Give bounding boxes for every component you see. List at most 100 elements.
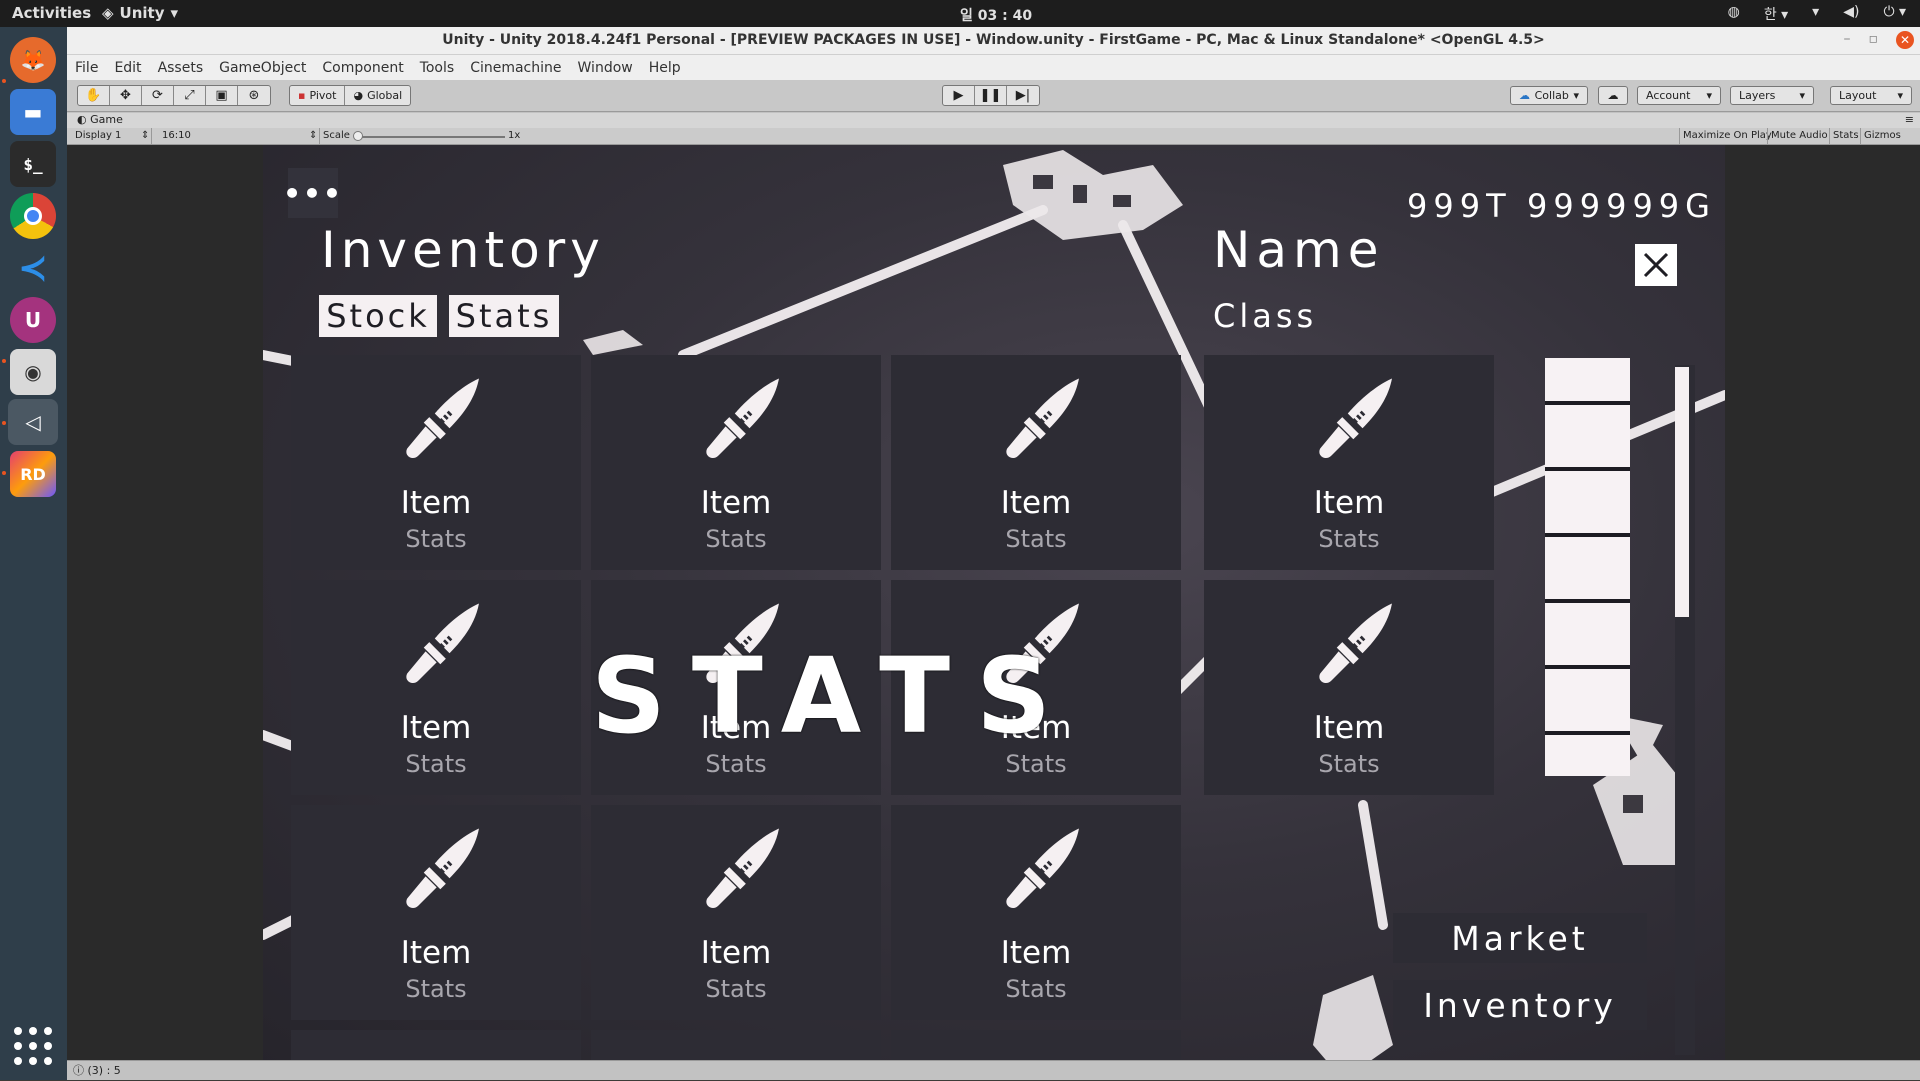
layers-dropdown[interactable]: Layers ▾ — [1730, 86, 1814, 105]
close-icon — [1643, 252, 1669, 278]
inventory-slot[interactable]: Item Stats — [1204, 355, 1494, 570]
layers-label: Layers — [1739, 89, 1776, 102]
inventory-slot[interactable]: Item Stats — [591, 805, 881, 1020]
unity-dock-icon[interactable]: ◁ — [8, 399, 58, 445]
scale-slider-knob[interactable] — [353, 131, 363, 141]
power-icon[interactable]: ⏻ ▾ — [1883, 4, 1906, 24]
equipment-slots-column[interactable] — [1545, 358, 1630, 776]
app-menu[interactable]: ◈ Unity ▾ — [102, 4, 178, 22]
menu-assets[interactable]: Assets — [158, 60, 204, 76]
menu-bar: File Edit Assets GameObject Component To… — [67, 55, 1920, 80]
menu-window[interactable]: Window — [578, 60, 633, 76]
stats-toggle[interactable]: Stats — [1833, 130, 1859, 141]
window-controls: – ▫ ✕ — [1844, 31, 1914, 49]
scale-slider-track[interactable] — [355, 136, 505, 138]
menu-tools[interactable]: Tools — [420, 60, 455, 76]
market-button[interactable]: Market — [1393, 913, 1647, 963]
sync-icon[interactable]: ◍ — [1728, 4, 1740, 24]
item-stats: Stats — [1318, 750, 1380, 778]
menu-cinemachine[interactable]: Cinemachine — [470, 60, 561, 76]
options-menu-button[interactable]: ••• — [283, 168, 341, 218]
play-icon[interactable]: ▶ — [943, 86, 975, 105]
step-icon[interactable]: ▶| — [1007, 86, 1039, 105]
aspect-dropdown[interactable]: 16:10 — [162, 130, 191, 141]
inventory-button[interactable]: Inventory — [1393, 980, 1647, 1030]
collab-dropdown[interactable]: ☁ Collab ▾ — [1510, 86, 1588, 105]
maximize-on-play-toggle[interactable]: Maximize On Play — [1683, 130, 1772, 141]
knife-icon — [398, 373, 490, 465]
layout-dropdown[interactable]: Layout ▾ — [1830, 86, 1912, 105]
inventory-slot[interactable]: Item Stats — [291, 355, 581, 570]
close-panel-button[interactable] — [1635, 244, 1677, 286]
divider — [151, 128, 152, 145]
knife-icon — [698, 373, 790, 465]
game-view-tab[interactable]: ◐ Game ≡ — [67, 113, 1920, 128]
terminal-icon[interactable]: $_ — [10, 141, 56, 187]
inventory-slot[interactable]: Item Stats — [291, 805, 581, 1020]
show-applications-icon[interactable] — [14, 1027, 52, 1065]
menu-gameobject[interactable]: GameObject — [219, 60, 306, 76]
inventory-title: Inventory — [321, 221, 605, 279]
stats-overlay-text: STATS — [591, 635, 1078, 757]
chrome-icon[interactable] — [10, 193, 56, 239]
volume-icon[interactable]: ◀) — [1843, 4, 1859, 24]
pause-icon[interactable]: ❚❚ — [975, 86, 1007, 105]
activities-button[interactable]: Activities — [12, 4, 91, 22]
menu-component[interactable]: Component — [322, 60, 403, 76]
inventory-slot[interactable]: Item Stats — [291, 580, 581, 795]
rect-tool-icon[interactable]: ▣ — [206, 86, 238, 105]
pivot-toggle[interactable]: ▪ Pivot — [290, 86, 346, 105]
game-tab-icon: ◐ — [77, 113, 87, 126]
equipment-divider — [1545, 665, 1630, 669]
inventory-slot[interactable]: Item Stats — [591, 355, 881, 570]
input-method-icon[interactable]: 한 ▾ — [1764, 4, 1788, 24]
running-indicator — [2, 471, 6, 475]
cloud-button[interactable]: ☁ — [1598, 86, 1628, 105]
scale-tool-icon[interactable]: ⤢ — [174, 86, 206, 105]
item-name: Item — [1313, 485, 1385, 521]
wifi-icon[interactable]: ▾ — [1812, 4, 1819, 24]
ubuntu-software-icon[interactable]: U — [10, 297, 56, 343]
account-dropdown[interactable]: Account ▾ — [1637, 86, 1721, 105]
rotate-tool-icon[interactable]: ⟳ — [142, 86, 174, 105]
tab-stats[interactable]: Stats — [449, 295, 559, 337]
close-window-button[interactable]: ✕ — [1896, 31, 1914, 49]
unity-editor-window: Unity - Unity 2018.4.24f1 Personal - [PR… — [67, 27, 1920, 1080]
system-tray[interactable]: ◍ 한 ▾ ▾ ◀) ⏻ ▾ — [1728, 4, 1906, 24]
mute-audio-toggle[interactable]: Mute Audio — [1771, 130, 1828, 141]
window-titlebar[interactable]: Unity - Unity 2018.4.24f1 Personal - [PR… — [67, 27, 1920, 55]
vscode-icon[interactable]: ≺ — [10, 245, 56, 291]
menu-file[interactable]: File — [75, 60, 98, 76]
divider — [1767, 128, 1768, 145]
cloud-check-icon: ☁ — [1519, 89, 1530, 102]
tab-stock[interactable]: Stock — [319, 295, 437, 337]
rider-icon[interactable]: RD — [10, 451, 56, 497]
menu-edit[interactable]: Edit — [114, 60, 141, 76]
display-dropdown[interactable]: Display 1 — [75, 130, 121, 141]
transform-tool-icon[interactable]: ⊛ — [238, 86, 270, 105]
pivot-icon: ▪ — [298, 89, 306, 102]
global-label: Global — [367, 89, 403, 102]
inventory-slot[interactable]: Item Stats — [891, 805, 1181, 1020]
menu-help[interactable]: Help — [649, 60, 681, 76]
minimize-button[interactable]: – — [1844, 31, 1851, 49]
move-tool-icon[interactable]: ✥ — [110, 86, 142, 105]
screenshot-icon[interactable]: ◉ — [10, 349, 56, 395]
item-name: Item — [700, 935, 772, 971]
inventory-slot[interactable]: Item Stats — [891, 355, 1181, 570]
firefox-icon[interactable]: 🦊 — [10, 37, 56, 83]
maximize-button[interactable]: ▫ — [1869, 31, 1879, 49]
unity-status-bar: ⓘ (3) : 5 — [67, 1060, 1920, 1080]
hand-tool-icon[interactable]: ✋ — [78, 86, 110, 105]
divider — [1860, 128, 1861, 145]
tab-menu-icon[interactable]: ≡ — [1905, 113, 1914, 126]
inventory-scrollbar-thumb[interactable] — [1675, 367, 1689, 617]
files-icon[interactable]: ▬ — [10, 89, 56, 135]
global-toggle[interactable]: ◕ Global — [345, 86, 410, 105]
inventory-slot[interactable]: Item Stats — [1204, 580, 1494, 795]
clock[interactable]: 일 03 : 40 — [960, 5, 1032, 25]
app-dock: 🦊 ▬ $_ ≺ U ◉ ◁ RD — [0, 27, 67, 1080]
knife-icon — [1311, 373, 1403, 465]
gizmos-toggle[interactable]: Gizmos — [1864, 130, 1901, 141]
game-tab-label: Game — [90, 113, 123, 126]
